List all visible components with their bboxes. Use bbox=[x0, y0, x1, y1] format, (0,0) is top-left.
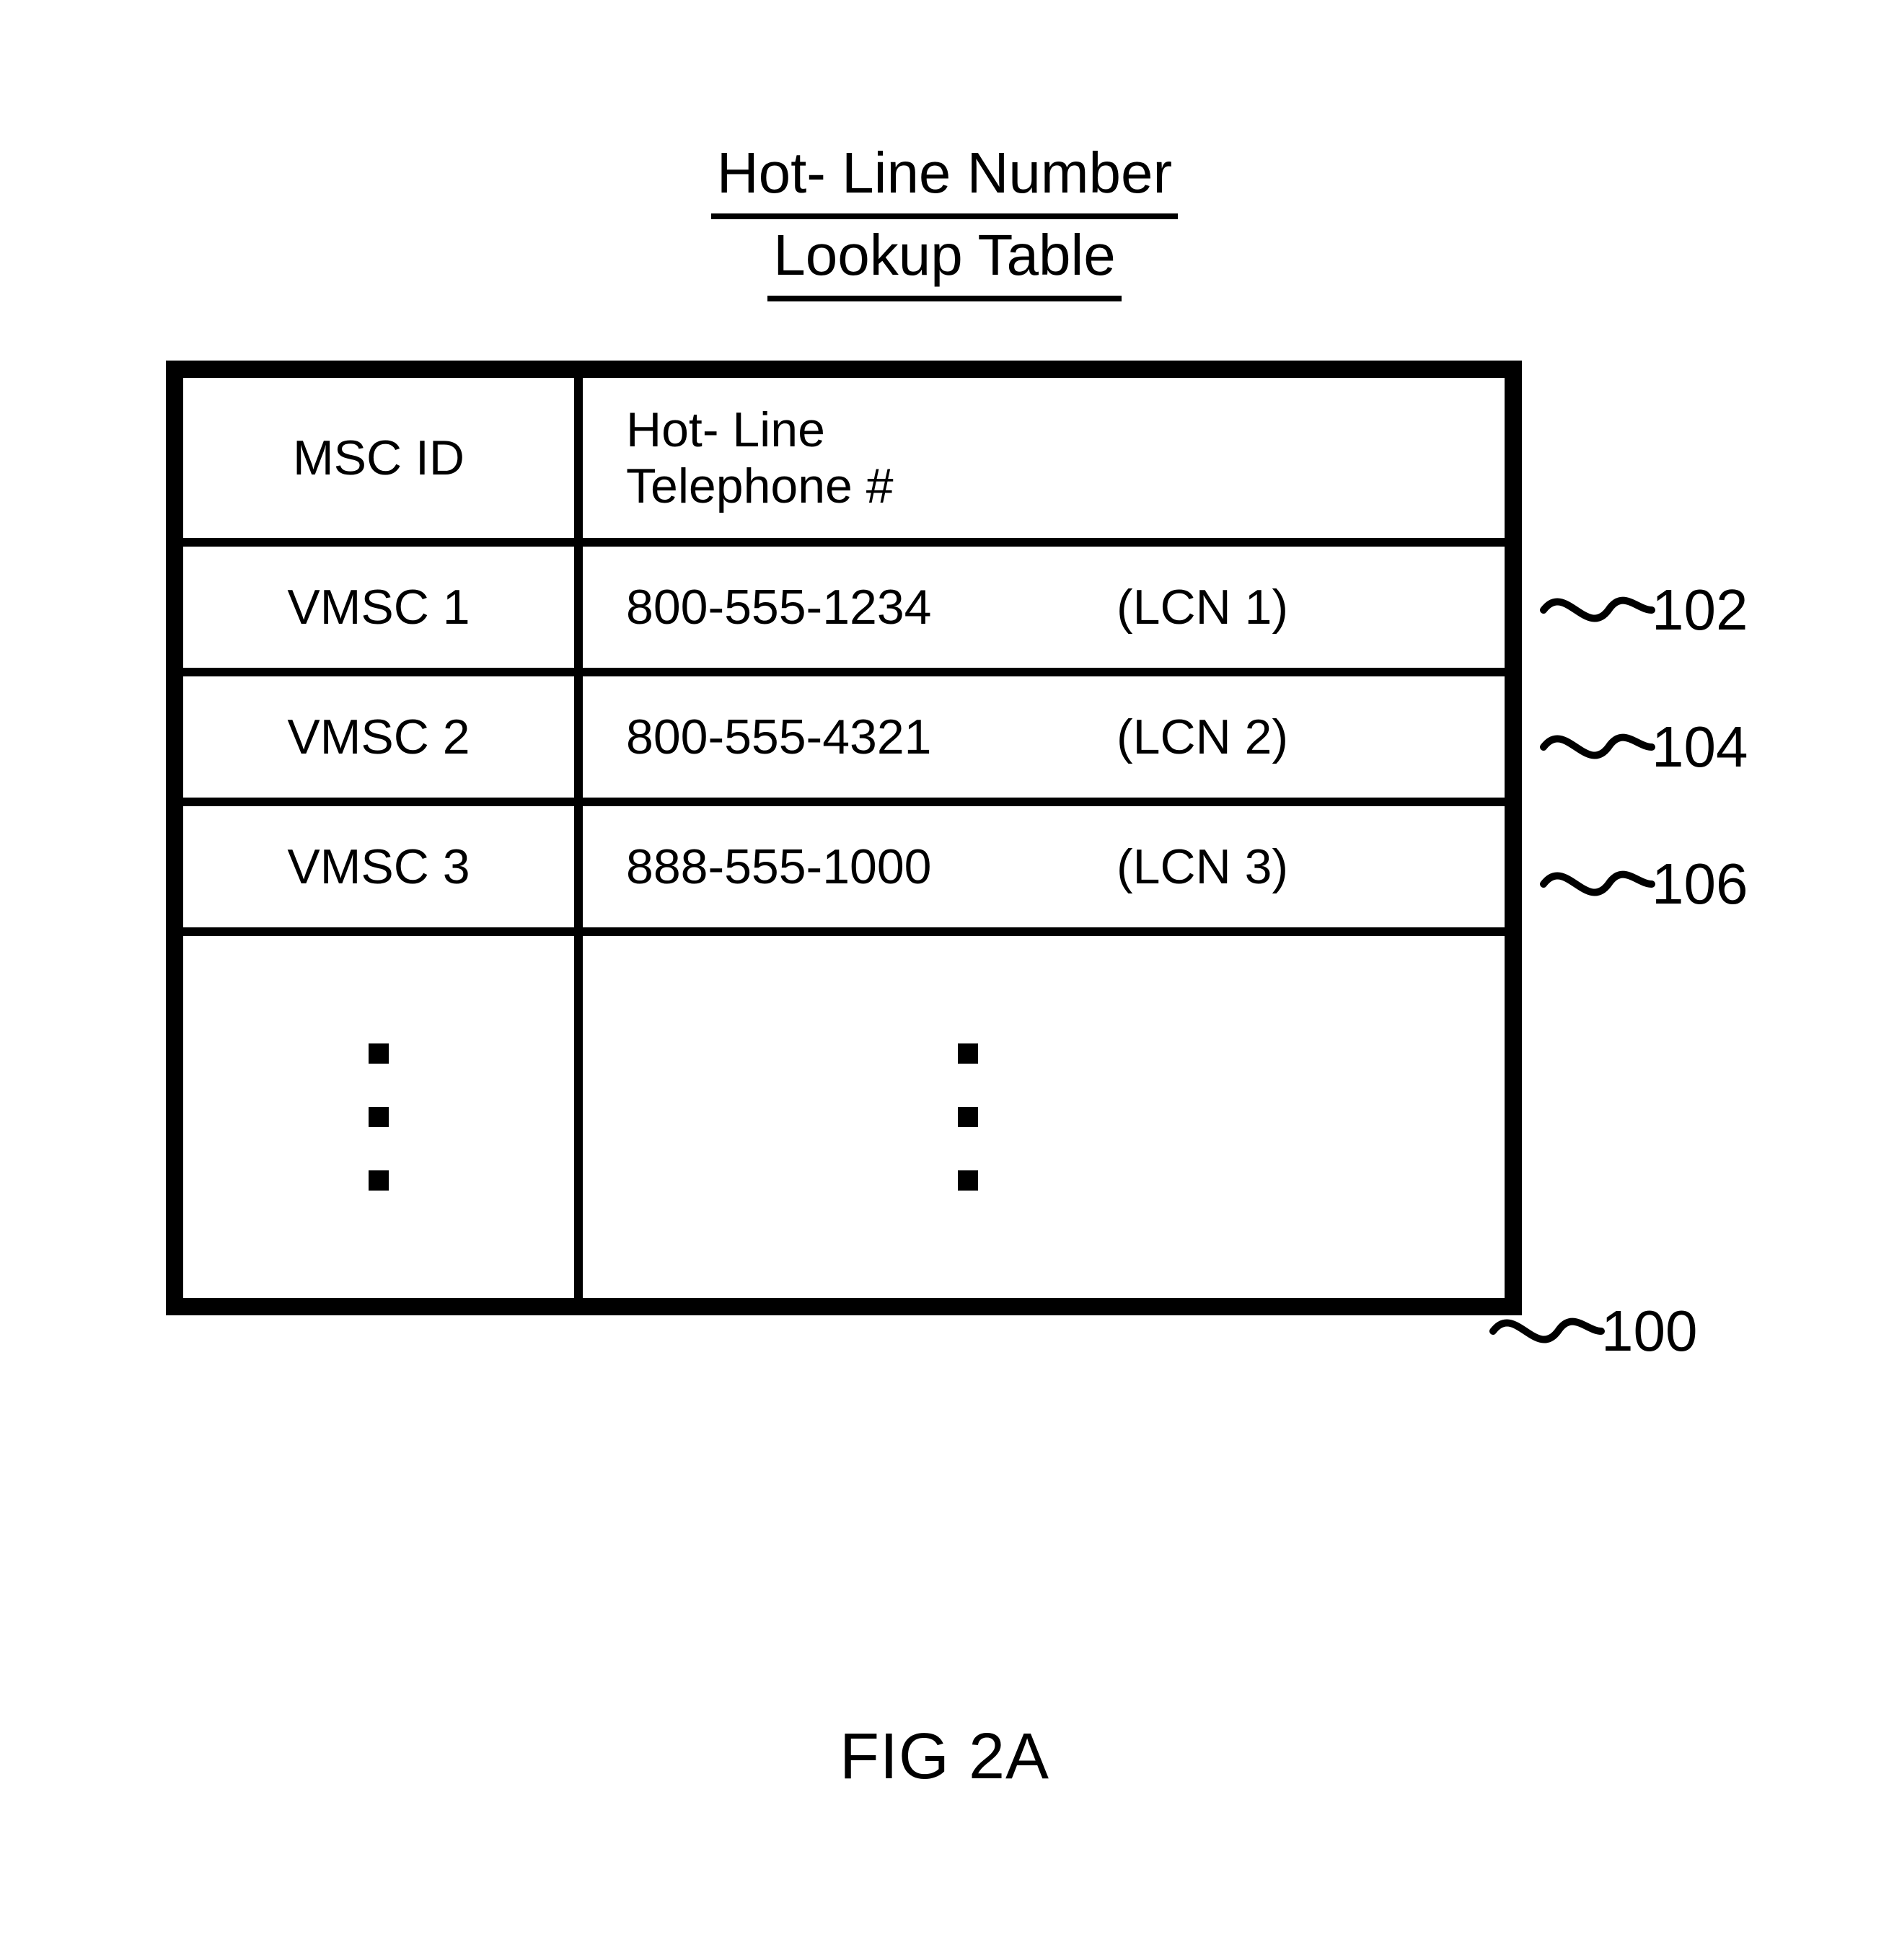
callout-row-3: 106 bbox=[1652, 851, 1748, 917]
title-line-1: Hot- Line Number bbox=[711, 137, 1178, 219]
callout-label: 102 bbox=[1652, 578, 1748, 642]
header-hotline: Hot- Line Telephone # bbox=[578, 369, 1513, 542]
table-header-row: MSC ID Hot- Line Telephone # bbox=[175, 369, 1513, 542]
callout-label: 106 bbox=[1652, 852, 1748, 916]
table-row: VMSC 1 800-555-1234 (LCN 1) bbox=[175, 542, 1513, 672]
cell-hotline: 888-555-1000 (LCN 3) bbox=[578, 802, 1513, 932]
lcn-value: (LCN 3) bbox=[1117, 839, 1288, 895]
figure-page: Hot- Line Number Lookup Table MSC ID Hot… bbox=[0, 0, 1889, 1960]
callout-squiggle-icon bbox=[1544, 704, 1652, 790]
cell-hotline: 800-555-4321 (LCN 2) bbox=[578, 672, 1513, 802]
vertical-ellipsis-icon bbox=[183, 936, 574, 1298]
cell-msc-id: VMSC 3 bbox=[175, 802, 578, 932]
lcn-value: (LCN 2) bbox=[1117, 709, 1288, 765]
callout-table: 100 bbox=[1601, 1298, 1697, 1364]
msc-id-value: VMSC 1 bbox=[183, 579, 574, 635]
table-row: VMSC 3 888-555-1000 (LCN 3) bbox=[175, 802, 1513, 932]
callout-squiggle-icon bbox=[1544, 567, 1652, 653]
figure-caption: FIG 2A bbox=[0, 1720, 1889, 1794]
cell-more-msc bbox=[175, 932, 578, 1307]
lookup-table-wrap: MSC ID Hot- Line Telephone # VMSC 1 800-… bbox=[166, 361, 1522, 1315]
header-hotline-label: Hot- Line Telephone # bbox=[583, 402, 1505, 514]
figure-title: Hot- Line Number Lookup Table bbox=[0, 137, 1889, 301]
cell-hotline: 800-555-1234 (LCN 1) bbox=[578, 542, 1513, 672]
msc-id-value: VMSC 2 bbox=[183, 709, 574, 765]
callout-squiggle-icon bbox=[1544, 841, 1652, 927]
msc-id-value: VMSC 3 bbox=[183, 839, 574, 895]
phone-value: 800-555-4321 bbox=[626, 709, 1030, 765]
phone-value: 888-555-1000 bbox=[626, 839, 1030, 895]
cell-more-hotline bbox=[578, 932, 1513, 1307]
callout-row-1: 102 bbox=[1652, 577, 1748, 643]
cell-msc-id: VMSC 1 bbox=[175, 542, 578, 672]
callout-label: 104 bbox=[1652, 715, 1748, 779]
cell-msc-id: VMSC 2 bbox=[175, 672, 578, 802]
title-line-2: Lookup Table bbox=[767, 219, 1122, 301]
lookup-table: MSC ID Hot- Line Telephone # VMSC 1 800-… bbox=[166, 361, 1522, 1315]
header-msc-id-label: MSC ID bbox=[183, 430, 574, 486]
callout-row-2: 104 bbox=[1652, 714, 1748, 780]
header-msc-id: MSC ID bbox=[175, 369, 578, 542]
lcn-value: (LCN 1) bbox=[1117, 579, 1288, 635]
vertical-ellipsis-icon bbox=[958, 936, 1505, 1298]
table-more-row bbox=[175, 932, 1513, 1307]
callout-label: 100 bbox=[1601, 1299, 1697, 1363]
table-row: VMSC 2 800-555-4321 (LCN 2) bbox=[175, 672, 1513, 802]
callout-squiggle-icon bbox=[1493, 1288, 1601, 1374]
phone-value: 800-555-1234 bbox=[626, 579, 1030, 635]
